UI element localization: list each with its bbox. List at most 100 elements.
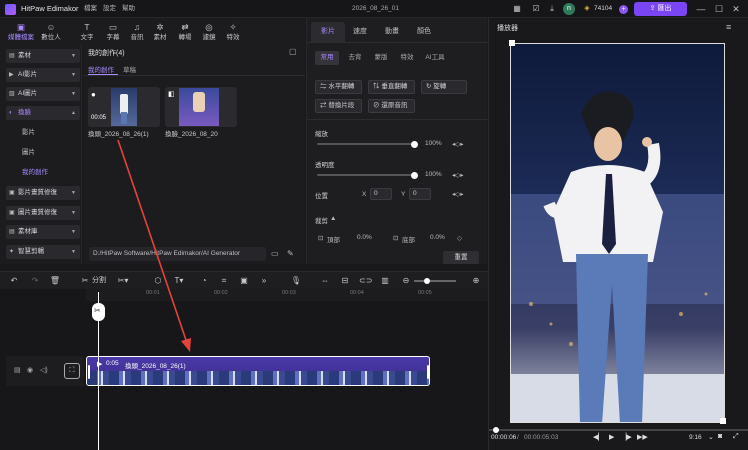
resize-handle[interactable] bbox=[720, 418, 726, 424]
flip-horizontal-button[interactable]: ⇋ 水平翻轉 bbox=[315, 80, 362, 94]
crop-bottom-value[interactable]: 0.0% bbox=[430, 234, 445, 241]
visibility-icon[interactable]: ◉ bbox=[27, 366, 33, 374]
add-points-button[interactable]: + bbox=[619, 4, 628, 14]
download-icon[interactable]: ⤓ bbox=[546, 0, 558, 18]
undo-icon[interactable]: ↶ bbox=[8, 272, 20, 290]
link-icon[interactable]: ⇔ bbox=[319, 272, 331, 290]
y-input[interactable]: 0 bbox=[409, 188, 431, 200]
scale-slider[interactable] bbox=[317, 140, 418, 148]
minimize-icon[interactable]: — bbox=[695, 0, 707, 18]
scissors-icon[interactable]: ✂ bbox=[79, 272, 91, 290]
video-preview[interactable] bbox=[510, 43, 725, 423]
sidebar-item-video-enhance[interactable]: ▣ 影片畫質修復 ▼ bbox=[6, 186, 80, 200]
prev-frame-icon[interactable]: ◀▏ bbox=[593, 433, 604, 441]
sidebar-item-material[interactable]: ▤ 素材 ▼ bbox=[6, 49, 80, 63]
subtab-mask[interactable]: 蒙版 bbox=[369, 51, 393, 65]
lock-icon[interactable]: ▤ bbox=[14, 366, 21, 374]
play-button[interactable]: ▶ bbox=[609, 433, 614, 441]
aspect-ratio[interactable]: 9:16 bbox=[689, 434, 702, 441]
media-thumb-1[interactable]: ● 00:05 bbox=[88, 87, 160, 127]
zoom-in-icon[interactable]: ⊕ bbox=[470, 272, 482, 290]
menu-icon[interactable]: ≡ bbox=[726, 22, 731, 32]
delete-icon[interactable]: 🗑 bbox=[49, 272, 61, 290]
scale-value[interactable]: 100% bbox=[425, 140, 442, 147]
microphone-icon[interactable]: 🎙 bbox=[290, 272, 302, 290]
sidebar-item-library[interactable]: ▤ 素材庫 ▼ bbox=[6, 225, 80, 239]
opacity-slider-knob[interactable] bbox=[410, 171, 418, 179]
zoom-out-icon[interactable]: ⊖ bbox=[400, 272, 412, 290]
menu-file[interactable]: 檔案 bbox=[84, 0, 97, 18]
sidebar-item-ai-video[interactable]: ▶ AI影片 ▼ bbox=[6, 68, 80, 82]
more-icon[interactable]: » bbox=[258, 272, 270, 290]
media-thumb-2[interactable]: ◧ bbox=[165, 87, 237, 127]
fast-forward-icon[interactable]: ▶▶ bbox=[637, 433, 648, 441]
replace-clip-button[interactable]: ⇄ 替換片段 bbox=[315, 99, 362, 113]
subtab-bg-remove[interactable]: 去背 bbox=[343, 51, 367, 65]
rotate-button[interactable]: ↻ 旋轉 bbox=[421, 80, 467, 94]
export-button[interactable]: ⇪ 匯出 bbox=[634, 2, 687, 16]
subtab-ai-tools[interactable]: AI工具 bbox=[421, 51, 449, 65]
sidebar-item-ai-image[interactable]: ▨ AI圖片 ▼ bbox=[6, 87, 80, 101]
cover-icon[interactable]: ⛶ bbox=[64, 363, 80, 379]
marker-icon[interactable]: ▥ bbox=[379, 272, 391, 290]
x-input[interactable]: 0 bbox=[370, 188, 392, 200]
sidebar-item-image-enhance[interactable]: ▣ 圖片畫質修復 ▼ bbox=[6, 206, 80, 220]
tool-avatar[interactable]: ☺ 數位人 bbox=[38, 18, 64, 44]
tool-transition[interactable]: ⇄ 轉場 bbox=[172, 18, 198, 44]
sub-item-my-creation[interactable]: 我的創作 bbox=[22, 168, 48, 178]
keyframe-icon[interactable]: ◂◇▸ bbox=[452, 140, 464, 148]
split-label[interactable]: 分割 bbox=[92, 272, 106, 290]
tab-speed[interactable]: 速度 bbox=[343, 22, 377, 42]
notification-icon[interactable]: ☑ bbox=[530, 0, 542, 18]
layout-icon[interactable]: ▦ bbox=[511, 0, 523, 18]
clip-trim-right[interactable] bbox=[427, 365, 429, 379]
feedback-icon[interactable]: ▢ bbox=[289, 47, 297, 56]
tool-filter[interactable]: ◎ 濾鏡 bbox=[196, 18, 222, 44]
tab-animation[interactable]: 動畫 bbox=[375, 22, 409, 42]
flip-vertical-button[interactable]: ⇅ 垂直翻轉 bbox=[368, 80, 415, 94]
tool-text[interactable]: T 文字 bbox=[74, 18, 100, 44]
subtab-common[interactable]: 常用 bbox=[315, 51, 339, 65]
tab-draft[interactable]: 草稿 bbox=[123, 64, 136, 74]
opacity-slider[interactable] bbox=[317, 171, 418, 179]
crop-top-value[interactable]: 0.0% bbox=[357, 234, 372, 241]
reset-button[interactable]: 重置 bbox=[443, 251, 479, 264]
tool-effect[interactable]: ✧ 特效 bbox=[220, 18, 246, 44]
tool-sticker[interactable]: ✲ 素材 bbox=[147, 18, 173, 44]
video-clip[interactable]: ▶ 0:05 換頭_2026_08_26(1) bbox=[86, 356, 430, 386]
fullscreen-icon[interactable]: ⤢ bbox=[733, 433, 739, 441]
tool-media[interactable]: ▣ 媒體檔案 bbox=[4, 18, 38, 44]
snap-icon[interactable]: ⊟ bbox=[339, 272, 351, 290]
edit-icon[interactable]: ✎ bbox=[287, 249, 294, 258]
opacity-value[interactable]: 100% bbox=[425, 171, 442, 178]
sidebar-item-smart-edit[interactable]: ✦ 智慧剪輯 ▼ bbox=[6, 245, 80, 259]
maximize-icon[interactable]: ☐ bbox=[713, 0, 725, 18]
keyframe-icon[interactable]: ◂◇▸ bbox=[452, 190, 464, 198]
tab-color[interactable]: 顏色 bbox=[407, 22, 441, 42]
keyframe-icon[interactable]: ◂◇▸ bbox=[452, 171, 464, 179]
close-icon[interactable]: ✕ bbox=[730, 0, 742, 18]
playhead-handle[interactable]: ✂ bbox=[92, 303, 105, 321]
progress-knob[interactable] bbox=[493, 427, 499, 433]
clip-trim-left[interactable] bbox=[88, 365, 90, 379]
chevron-down-icon[interactable]: ⌄ bbox=[708, 433, 714, 441]
menu-help[interactable]: 幫助 bbox=[122, 0, 135, 18]
crop-icon[interactable]: ⌗ bbox=[218, 272, 230, 290]
restore-audio-button[interactable]: ⊘ 還原音訊 bbox=[368, 99, 415, 113]
tool-subtitle[interactable]: ▭ 字幕 bbox=[100, 18, 126, 44]
sidebar-item-face-swap[interactable]: ◐ 換臉 ▲ bbox=[6, 106, 80, 120]
zoom-slider[interactable] bbox=[414, 278, 456, 284]
scale-slider-knob[interactable] bbox=[410, 140, 418, 148]
progress-bar[interactable] bbox=[489, 427, 748, 433]
redo-icon[interactable]: ↷ bbox=[29, 272, 41, 290]
folder-icon[interactable]: ▭ bbox=[271, 249, 279, 258]
resize-handle[interactable] bbox=[509, 40, 515, 46]
subtab-effect[interactable]: 特效 bbox=[395, 51, 419, 65]
collapse-icon[interactable]: ▲ bbox=[330, 215, 336, 222]
keyframe-icon[interactable]: ◇ bbox=[457, 234, 462, 242]
menu-settings[interactable]: 設定 bbox=[103, 0, 116, 18]
sub-item-video[interactable]: 影片 bbox=[22, 128, 35, 138]
next-frame-icon[interactable]: ▕▶ bbox=[621, 433, 632, 441]
transform-icon[interactable]: ▣ bbox=[238, 272, 250, 290]
zoom-knob[interactable] bbox=[424, 278, 430, 284]
